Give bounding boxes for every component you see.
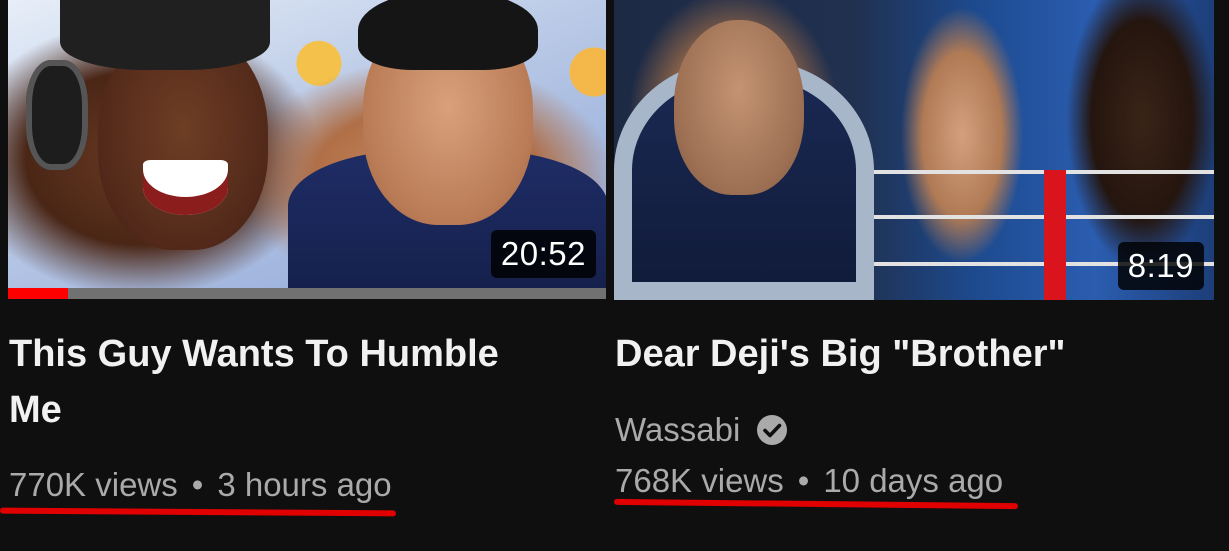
video-thumbnail[interactable]: 20:52 bbox=[8, 0, 606, 288]
duration-badge: 8:19 bbox=[1117, 242, 1204, 290]
video-metadata: 770K views • 3 hours ago bbox=[9, 465, 392, 505]
video-title[interactable]: This Guy Wants To Humble Me bbox=[9, 326, 529, 438]
duration-badge: 20:52 bbox=[490, 230, 596, 278]
watch-progress-bar bbox=[8, 288, 606, 299]
video-title[interactable]: Dear Deji's Big "Brother" bbox=[615, 326, 1175, 382]
thumbnail-bandana bbox=[60, 0, 270, 70]
video-card[interactable]: 8:19 Dear Deji's Big "Brother" Wassabi 7… bbox=[613, 0, 1214, 551]
video-metadata: 768K views • 10 days ago bbox=[615, 461, 1003, 501]
upload-age: 3 hours ago bbox=[217, 466, 392, 503]
upload-age: 10 days ago bbox=[823, 462, 1004, 499]
channel-name-row[interactable]: Wassabi bbox=[615, 410, 788, 450]
verified-check-icon bbox=[757, 415, 788, 445]
thumbnail-ring-rope bbox=[854, 170, 1214, 174]
thumbnail-ring-post bbox=[1044, 170, 1066, 300]
meta-separator: • bbox=[191, 466, 204, 503]
thumbnail-headphones bbox=[26, 60, 88, 170]
video-thumbnail[interactable]: 8:19 bbox=[614, 0, 1214, 300]
thumbnail-person-left-mouth bbox=[143, 160, 228, 215]
watch-progress-fill bbox=[8, 288, 68, 299]
meta-separator: • bbox=[797, 462, 810, 499]
thumbnail-person-right-hair bbox=[358, 0, 538, 70]
video-card[interactable]: 20:52 This Guy Wants To Humble Me 770K v… bbox=[0, 0, 606, 551]
annotation-underline bbox=[0, 507, 397, 517]
view-count: 770K views bbox=[9, 466, 178, 503]
thumbnail-person-face bbox=[674, 20, 804, 195]
thumbnail-ring-rope bbox=[854, 215, 1214, 219]
view-count: 768K views bbox=[615, 462, 784, 499]
video-feed: 20:52 This Guy Wants To Humble Me 770K v… bbox=[0, 0, 1229, 551]
channel-name[interactable]: Wassabi bbox=[615, 410, 740, 450]
